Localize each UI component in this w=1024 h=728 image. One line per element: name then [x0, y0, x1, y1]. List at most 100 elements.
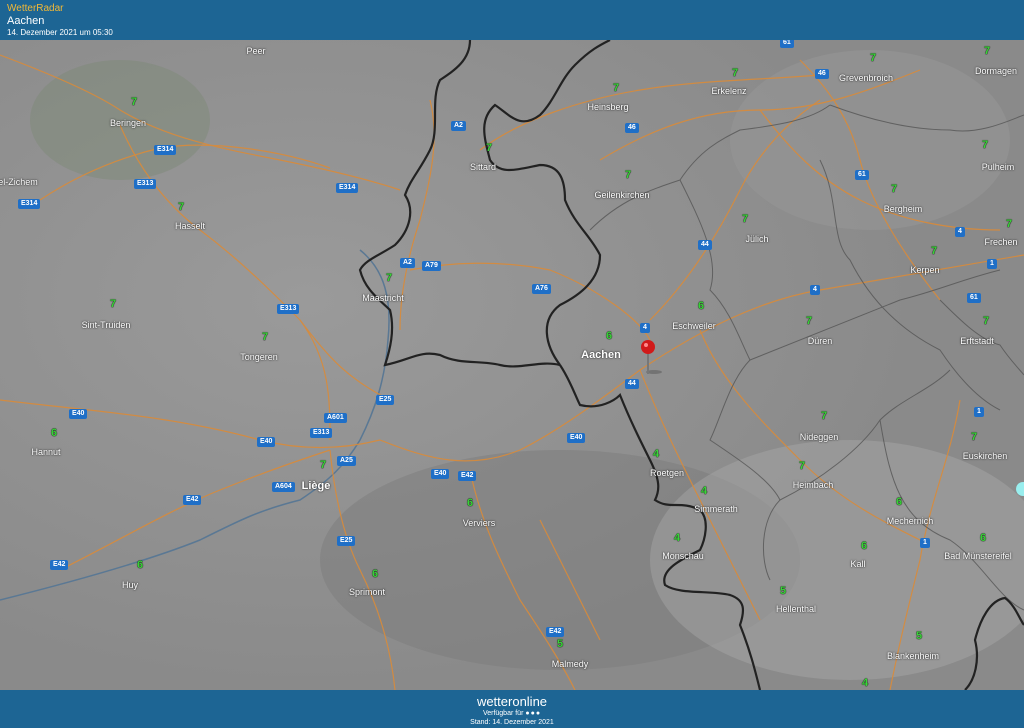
location-pin-icon[interactable] — [638, 338, 668, 378]
temperature-label: 7 — [983, 315, 990, 327]
road-badge: E313 — [310, 428, 333, 438]
stand-text: Stand: 14. Dezember 2021 — [470, 719, 554, 726]
temperature-label: 7 — [931, 245, 938, 257]
road-badge: A2 — [451, 121, 466, 131]
road-badge: E40 — [257, 437, 276, 447]
temperature-label: 6 — [606, 330, 613, 342]
temperature-label: 5 — [557, 638, 564, 650]
app-name: WetterRadar — [7, 3, 64, 14]
temperature-label: 7 — [806, 315, 813, 327]
road-badge: 44 — [698, 240, 712, 250]
city-label: Maastricht — [362, 293, 404, 303]
city-label: el-Zichem — [0, 177, 38, 187]
timestamp: 14. Dezember 2021 um 05:30 — [7, 28, 113, 37]
city-label: Simmerath — [694, 504, 738, 514]
temperature-label: 7 — [320, 459, 327, 471]
road-badge: 4 — [955, 227, 965, 237]
road-badge: E314 — [18, 199, 41, 209]
city-label: Jülich — [745, 234, 769, 244]
temperature-label: 7 — [110, 298, 117, 310]
road-badge: E314 — [336, 183, 359, 193]
road-badge: 61 — [967, 293, 981, 303]
city-label: Mechernich — [886, 516, 934, 526]
temperature-label: 5 — [780, 585, 787, 597]
city-label: Heimbach — [792, 480, 834, 490]
temperature-label: 7 — [742, 213, 749, 225]
road-badge: E25 — [337, 536, 356, 546]
city-label: Kerpen — [910, 265, 940, 275]
temperature-label: 7 — [386, 272, 393, 284]
road-badge: 61 — [780, 40, 794, 48]
temperature-label: 6 — [980, 532, 987, 544]
temperature-label: 6 — [137, 559, 144, 571]
road-badge: A604 — [272, 482, 295, 492]
city-label: Verviers — [462, 518, 496, 528]
road-badge: A79 — [422, 261, 441, 271]
temperature-label: 7 — [486, 142, 493, 154]
city-label: Hasselt — [174, 221, 206, 231]
temperature-label: 7 — [984, 45, 991, 57]
city-label: Malmedy — [551, 659, 589, 669]
city-label: Nideggen — [799, 432, 839, 442]
road-badge: E25 — [376, 395, 395, 405]
location-title: Aachen — [7, 15, 45, 27]
temperature-label: 4 — [674, 532, 681, 544]
temperature-label: 6 — [467, 497, 474, 509]
availability-text: Verfügbar für — [482, 710, 524, 717]
road-badge: A601 — [324, 413, 347, 423]
city-label: Sprimont — [348, 587, 386, 597]
road-badge: A25 — [337, 456, 356, 466]
road-badge: E313 — [277, 304, 300, 314]
temperature-label: 4 — [862, 677, 869, 689]
city-label: Geilenkirchen — [594, 190, 650, 200]
temperature-label: 7 — [131, 96, 138, 108]
platform-icons: ●●● — [525, 710, 542, 717]
road-badge: E313 — [134, 179, 157, 189]
city-label: Pulheim — [981, 162, 1015, 172]
road-badge: E40 — [69, 409, 88, 419]
temperature-label: 4 — [653, 448, 660, 460]
side-handle[interactable] — [1016, 482, 1024, 496]
road-badge: 4 — [810, 285, 820, 295]
road-badge: E314 — [154, 145, 177, 155]
temperature-label: 6 — [51, 427, 58, 439]
road-badge: E40 — [431, 469, 450, 479]
road-badge: E42 — [546, 627, 565, 637]
map-base — [0, 40, 1024, 690]
road-badge: 4 — [640, 323, 650, 333]
temperature-label: 7 — [613, 82, 620, 94]
road-badge: 44 — [625, 379, 639, 389]
brand-logo: wetteronline — [476, 694, 548, 709]
city-label: Hellenthal — [775, 604, 817, 614]
app-footer: wetteronline Verfügbar für ●●● Stand: 14… — [0, 690, 1024, 728]
road-badge: 61 — [855, 170, 869, 180]
radar-map[interactable]: Peer 7 Beringen el-Zichem 7 Hasselt 7 Si… — [0, 40, 1024, 690]
city-label: Huy — [121, 580, 139, 590]
availability-row: Verfügbar für ●●● — [0, 709, 1024, 718]
city-label: Tongeren — [240, 352, 278, 362]
road-badge: A76 — [532, 284, 551, 294]
road-badge: 46 — [815, 69, 829, 79]
temperature-label: 6 — [372, 568, 379, 580]
city-label: Dormagen — [974, 66, 1018, 76]
city-label: Liège — [301, 480, 331, 492]
city-label: Peer — [246, 46, 266, 56]
temperature-label: 7 — [262, 331, 269, 343]
city-label: Frechen — [984, 237, 1018, 247]
road-badge: 1 — [974, 407, 984, 417]
temperature-label: 6 — [698, 300, 705, 312]
temperature-label: 7 — [799, 460, 806, 472]
temperature-label: 6 — [861, 540, 868, 552]
city-label: Blankenheim — [886, 651, 940, 661]
city-label: Heinsberg — [587, 102, 629, 112]
city-label: Monschau — [662, 551, 704, 561]
road-badge: E40 — [567, 433, 586, 443]
city-label: Hannut — [31, 447, 61, 457]
city-label: Grevenbroich — [838, 73, 894, 83]
temperature-label: 4 — [701, 485, 708, 497]
temperature-label: 7 — [178, 201, 185, 213]
road-badge: A2 — [400, 258, 415, 268]
city-label: Erftstadt — [960, 336, 994, 346]
temperature-label: 7 — [625, 169, 632, 181]
temperature-label: 7 — [870, 52, 877, 64]
